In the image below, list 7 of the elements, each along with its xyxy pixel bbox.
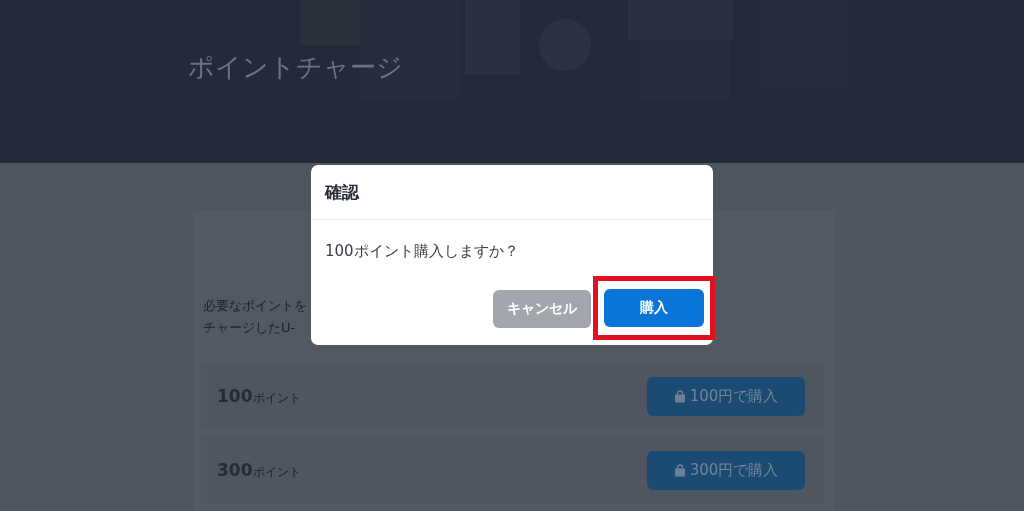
dialog-title: 確認 (311, 165, 713, 220)
buy-button[interactable]: 300円で購入 (647, 450, 805, 490)
purchase-button[interactable]: 購入 (604, 289, 704, 327)
cancel-button[interactable]: キャンセル (493, 290, 591, 328)
buy-button[interactable]: 100円で購入 (647, 376, 805, 416)
dialog-message: 100ポイント購入しますか？ (324, 241, 520, 262)
page-title: ポイントチャージ (188, 51, 403, 84)
